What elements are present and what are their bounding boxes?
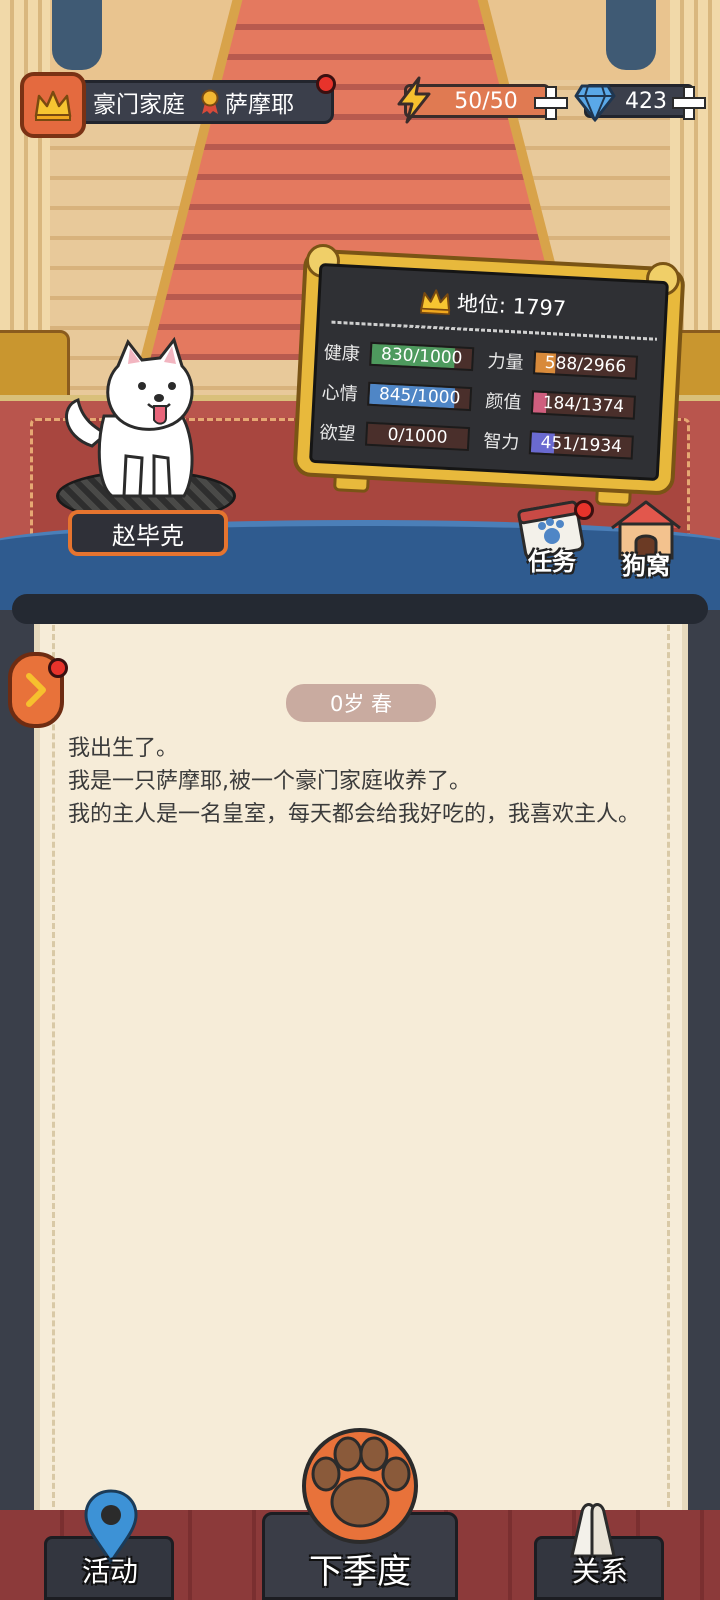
stat-label: 力量: [487, 350, 525, 374]
status-row: 地位: 1797: [320, 280, 665, 328]
stat-value: 845/1000: [378, 384, 461, 409]
energy-bolt-icon: [397, 76, 431, 124]
stat-health: 健康 830/1000: [323, 338, 475, 372]
crown-icon: [420, 289, 451, 316]
stat-label: 欲望: [319, 422, 357, 446]
stat-value: 588/2966: [544, 352, 627, 378]
stat-mood: 心情 845/1000: [321, 378, 473, 412]
chevron-right-icon: [26, 673, 46, 707]
stat-bar: 830/1000: [369, 341, 475, 372]
stat-value: 830/1000: [380, 344, 463, 369]
add-gems-button[interactable]: [672, 86, 706, 120]
family-name: 豪门家庭: [93, 92, 185, 118]
status-value: 地位: 1797: [456, 291, 567, 321]
scroll-rod: [12, 594, 708, 624]
paw-icon[interactable]: [292, 1424, 428, 1544]
activities-label: 活动: [81, 1555, 138, 1588]
stat-looks: 颜值 184/1374: [485, 387, 636, 421]
story-text: 我出生了。 我是一只萨摩耶,被一个豪门家庭收养了。 我的主人是一名皇室，每天都会…: [68, 732, 648, 831]
gem-value: 423: [625, 88, 667, 114]
stat-label: 心情: [321, 382, 359, 406]
dog-name: 赵毕克: [112, 521, 184, 550]
stat-intelligence: 智力 451/1934: [483, 427, 634, 461]
side-notification-dot: [48, 658, 68, 678]
stat-bar: 845/1000: [367, 381, 473, 412]
samoyed-dog[interactable]: [56, 336, 216, 506]
relations-label: 关系: [571, 1555, 628, 1588]
breed-name: 萨摩耶: [225, 92, 294, 118]
energy-value: 50/50: [454, 88, 518, 114]
stat-label: 健康: [323, 342, 361, 366]
stat-board[interactable]: 地位: 1797 健康 830/1000 力量 588/2966 心情 845/…: [309, 262, 669, 482]
family-badge[interactable]: [20, 72, 86, 138]
tasks-notification-dot: [574, 500, 594, 520]
stat-bar: 184/1374: [530, 390, 636, 420]
stat-value: 184/1374: [542, 392, 625, 418]
family-notification-dot: [316, 74, 336, 94]
stat-bar: 588/2966: [532, 350, 639, 380]
stat-value: 0/1000: [387, 424, 448, 448]
tasks-label: 任务: [528, 548, 576, 576]
curtain-right: [606, 0, 656, 70]
stat-label: 智力: [482, 430, 520, 454]
family-info-bar[interactable]: 豪门家庭 萨摩耶: [72, 80, 334, 124]
breed-tag: 萨摩耶: [199, 85, 294, 119]
story-line: 我是一只萨摩耶,被一个豪门家庭收养了。: [68, 769, 471, 794]
stat-label: 颜值: [484, 390, 522, 414]
stat-desire: 欲望 0/1000: [319, 418, 471, 452]
dog-name-plate[interactable]: 赵毕克: [68, 510, 228, 556]
kennel-button[interactable]: 狗窝: [604, 498, 688, 582]
season-label: 0岁 春: [329, 692, 393, 716]
story-line: 我出生了。: [68, 736, 179, 761]
season-tag: 0岁 春: [286, 684, 436, 722]
stat-bar: 451/1934: [528, 430, 634, 460]
stat-strength: 力量 588/2966: [487, 347, 639, 381]
kennel-label: 狗窝: [622, 552, 670, 580]
stat-bar: 0/1000: [364, 421, 471, 452]
diamond-icon: [574, 84, 616, 122]
stat-value: 451/1934: [540, 432, 623, 458]
next-season-label: 下季度: [309, 1552, 411, 1592]
medal-icon: [201, 89, 219, 114]
crown-icon: [34, 90, 72, 121]
add-energy-button[interactable]: [534, 86, 568, 120]
story-line: 我的主人是一名皇室，每天都会给我好吃的，我喜欢主人。: [68, 802, 641, 827]
curtain-left: [52, 0, 102, 70]
